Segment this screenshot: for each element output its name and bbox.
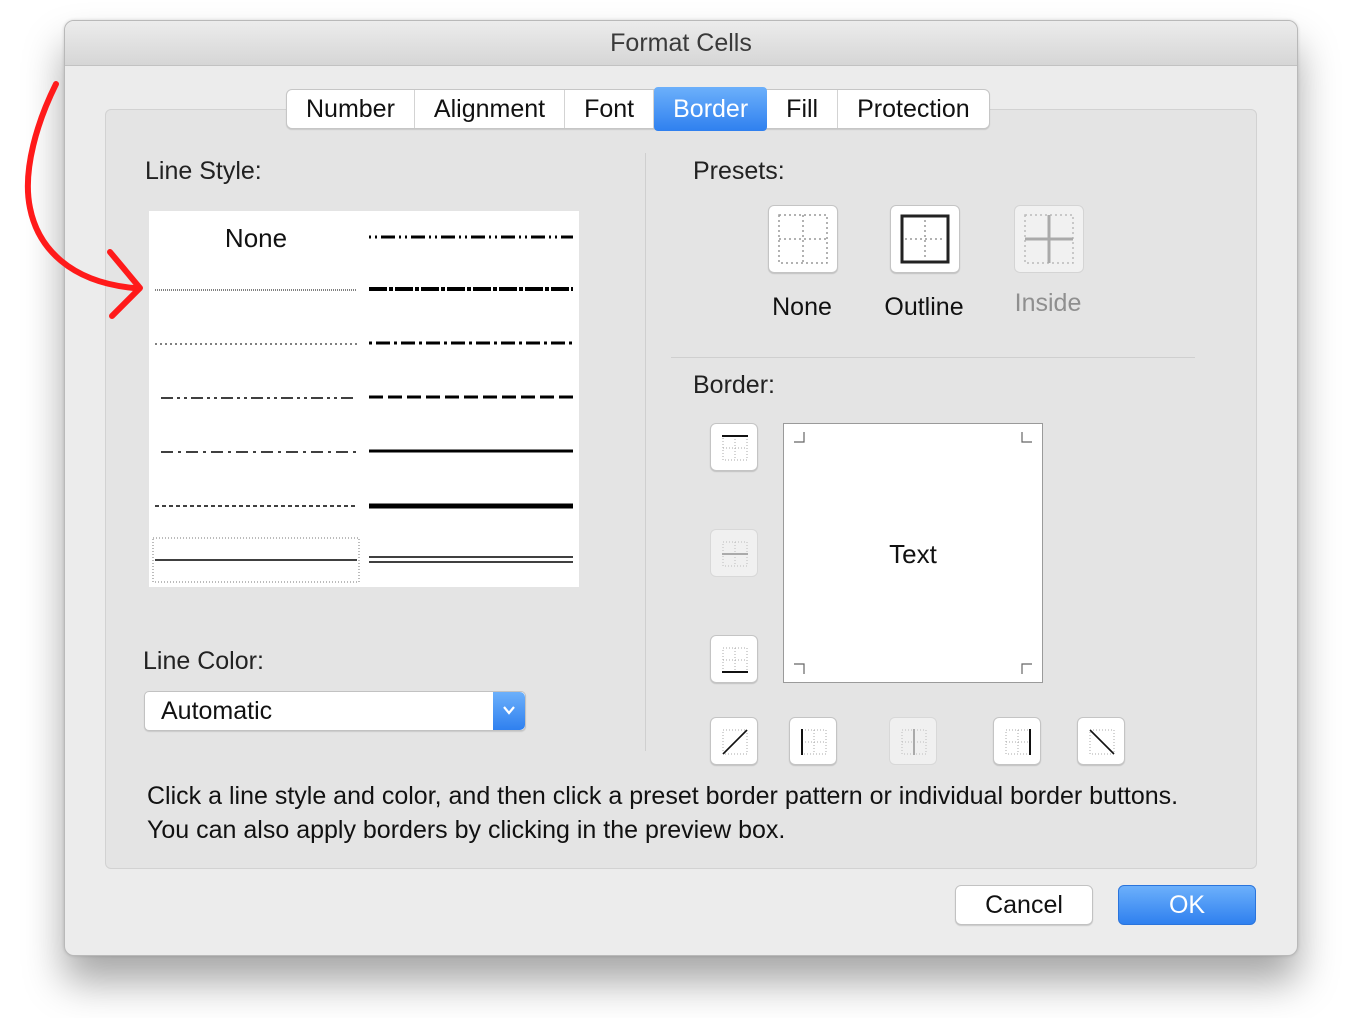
format-cells-dialog: Format Cells Number Alignment Font Borde…	[64, 20, 1298, 956]
border-bottom-button[interactable]	[710, 635, 758, 683]
border-inside-horizontal-icon	[722, 541, 748, 567]
chevron-down-icon[interactable]	[493, 692, 525, 730]
line-style-medium-dashed[interactable]	[363, 381, 579, 413]
line-color-value: Automatic	[161, 697, 273, 725]
border-top-icon	[722, 435, 748, 461]
line-style-thick-solid[interactable]	[363, 489, 579, 521]
preset-outline-label: Outline	[884, 293, 964, 321]
border-right-icon	[1005, 729, 1031, 755]
dialog-title: Format Cells	[610, 29, 752, 57]
border-preview-box[interactable]: Text	[783, 423, 1043, 683]
tab-border[interactable]: Border	[654, 87, 768, 131]
line-style-dash-dot-dot-thin[interactable]	[149, 381, 363, 413]
tab-bar: Number Alignment Font Border Fill Protec…	[286, 87, 990, 131]
line-style-dashed-thin[interactable]	[149, 489, 363, 521]
border-label: Border:	[693, 371, 775, 399]
preset-inside-label: Inside	[1014, 289, 1082, 317]
line-style-double[interactable]	[363, 543, 579, 579]
line-style-picker: None	[149, 211, 579, 587]
border-bottom-icon	[722, 647, 748, 673]
ok-button[interactable]: OK	[1118, 885, 1256, 925]
tab-number[interactable]: Number	[287, 90, 415, 128]
border-left-icon	[801, 729, 827, 755]
section-divider	[671, 357, 1195, 358]
line-style-medium-dash-dot-dot[interactable]	[363, 219, 579, 257]
border-inside-vertical-icon	[901, 729, 927, 755]
tab-font[interactable]: Font	[565, 90, 655, 128]
preset-outline-icon	[900, 214, 950, 264]
preset-inside-icon	[1024, 214, 1074, 264]
border-left-button[interactable]	[789, 717, 837, 765]
preset-none-label: None	[772, 293, 832, 321]
line-style-dash-dot-thin[interactable]	[149, 435, 363, 467]
preset-none-icon	[778, 214, 828, 264]
border-inside-vertical-button[interactable]	[889, 717, 937, 765]
presets-label: Presets:	[693, 157, 785, 185]
column-divider	[645, 153, 646, 751]
border-top-button[interactable]	[710, 423, 758, 471]
line-style-slanted-dash-dot[interactable]	[363, 273, 579, 305]
border-inside-horizontal-button[interactable]	[710, 529, 758, 577]
title-bar[interactable]: Format Cells	[65, 21, 1297, 66]
help-text: Click a line style and color, and then c…	[147, 782, 1179, 844]
line-style-samples	[149, 219, 579, 583]
tab-fill[interactable]: Fill	[767, 90, 839, 128]
cancel-button[interactable]: Cancel	[955, 885, 1093, 925]
preview-text: Text	[889, 539, 937, 569]
diagonal-down-icon	[1089, 729, 1115, 755]
line-style-medium-solid[interactable]	[363, 435, 579, 467]
line-style-thin-solid[interactable]	[152, 537, 360, 583]
border-right-button[interactable]	[993, 717, 1041, 765]
line-style-medium-dash-dot[interactable]	[363, 327, 579, 359]
tab-alignment[interactable]: Alignment	[415, 90, 566, 128]
line-style-hairline[interactable]	[149, 273, 363, 305]
tab-protection[interactable]: Protection	[838, 90, 989, 128]
line-style-dotted[interactable]	[149, 327, 363, 359]
line-color-select[interactable]: Automatic	[144, 691, 526, 731]
border-diagonal-down-button[interactable]	[1077, 717, 1125, 765]
preset-inside-button[interactable]	[1014, 205, 1084, 273]
diagonal-up-icon	[722, 729, 748, 755]
preset-outline-button[interactable]	[890, 205, 960, 273]
border-diagonal-up-button[interactable]	[710, 717, 758, 765]
preset-none-button[interactable]	[768, 205, 838, 273]
line-style-label: Line Style:	[145, 157, 262, 185]
line-color-label: Line Color:	[143, 647, 264, 675]
